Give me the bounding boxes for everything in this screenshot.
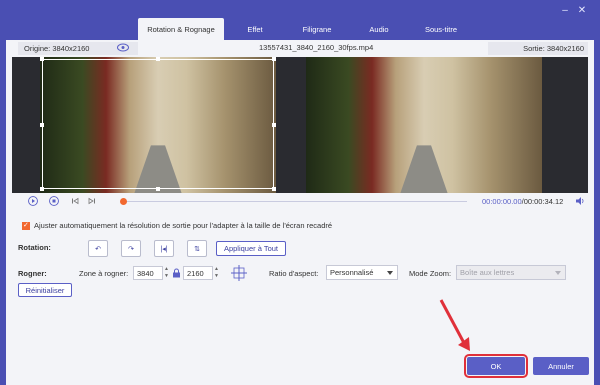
origin-label: Origine: 3840x2160	[24, 44, 90, 53]
rotation-label: Rotation:	[18, 243, 51, 252]
next-frame-icon[interactable]	[87, 196, 97, 206]
lock-icon[interactable]	[172, 268, 181, 278]
tab-audio[interactable]: Audio	[348, 18, 410, 40]
crop-handle[interactable]	[272, 187, 276, 191]
volume-icon[interactable]	[575, 196, 585, 206]
tab-rotation-rognage[interactable]: Rotation & Rognage	[138, 18, 224, 40]
crop-handle[interactable]	[40, 123, 44, 127]
ok-button[interactable]: OK	[464, 354, 528, 378]
flip-horizontal-icon: |◂|	[160, 245, 168, 253]
previous-frame-icon[interactable]	[70, 196, 80, 206]
zoom-mode-label: Mode Zoom:	[409, 269, 452, 278]
crop-handle[interactable]	[156, 57, 160, 61]
crop-label: Rogner:	[18, 269, 47, 278]
crop-handle[interactable]	[40, 187, 44, 191]
output-resolution: Sortie: 3840x2160	[488, 42, 588, 55]
video-preview	[12, 57, 588, 193]
chevron-down-icon	[387, 271, 393, 275]
rotate-right-button[interactable]: ↷	[121, 240, 141, 257]
title-bar: Rotation & Rognage Effet Filigrane Audio…	[6, 0, 594, 40]
flip-horizontal-button[interactable]: |◂|	[154, 240, 174, 257]
file-name: 13557431_3840_2160_30fps.mp4	[259, 43, 374, 52]
info-bar: Origine: 3840x2160 13557431_3840_2160_30…	[12, 40, 588, 56]
tab-bar: Rotation & Rognage Effet Filigrane Audio…	[138, 18, 472, 40]
aspect-ratio-select[interactable]: Personnalisé	[326, 265, 398, 280]
eye-icon[interactable]	[117, 43, 129, 52]
rotate-left-button[interactable]: ↶	[88, 240, 108, 257]
current-time: 00:00:00.00	[482, 197, 522, 206]
time-display: 00:00:00.00/00:00:34.12	[482, 197, 563, 206]
play-icon[interactable]	[28, 196, 38, 206]
output-preview	[306, 57, 542, 193]
auto-adjust-label: Ajuster automatiquement la résolution de…	[34, 221, 333, 230]
auto-adjust-option[interactable]: Ajuster automatiquement la résolution de…	[22, 221, 332, 230]
editor-window: Rotation & Rognage Effet Filigrane Audio…	[6, 0, 594, 385]
zoom-mode-select: Boîte aux lettres	[456, 265, 566, 280]
flip-vertical-icon: ⇅	[194, 245, 200, 253]
stop-icon[interactable]	[49, 196, 59, 206]
rotate-right-icon: ↷	[128, 245, 134, 253]
progress-track[interactable]	[122, 201, 467, 202]
minimize-icon[interactable]: –	[560, 6, 570, 16]
crop-handle[interactable]	[156, 187, 160, 191]
zoom-mode-value: Boîte aux lettres	[460, 268, 515, 277]
crop-height-stepper[interactable]: ▲ ▼	[213, 266, 220, 280]
source-preview	[40, 57, 276, 193]
output-label: Sortie: 3840x2160	[523, 44, 584, 53]
crop-rectangle[interactable]	[42, 59, 274, 189]
crop-width-stepper[interactable]: ▲ ▼	[163, 266, 170, 280]
crop-width-input[interactable]: 3840	[133, 266, 163, 280]
close-icon[interactable]: ✕	[577, 6, 587, 16]
center-crop-icon[interactable]	[230, 264, 248, 282]
aspect-ratio-value: Personnalisé	[330, 268, 374, 277]
auto-adjust-checkbox[interactable]	[22, 221, 30, 230]
tab-sous-titre[interactable]: Sous-titre	[410, 18, 472, 40]
reset-button[interactable]: Réinitialiser	[18, 283, 72, 297]
aspect-ratio-label: Ratio d'aspect:	[269, 269, 319, 278]
tab-effet[interactable]: Effet	[224, 18, 286, 40]
total-time: /00:00:34.12	[521, 197, 564, 206]
rotate-left-icon: ↶	[95, 245, 101, 253]
chevron-down-icon	[555, 271, 561, 275]
flip-vertical-button[interactable]: ⇅	[187, 240, 207, 257]
apply-to-all-button[interactable]: Appliquer à Tout	[216, 241, 286, 256]
tab-filigrane[interactable]: Filigrane	[286, 18, 348, 40]
crop-height-input[interactable]: 2160	[183, 266, 213, 280]
crop-handle[interactable]	[40, 57, 44, 61]
playback-controls: 00:00:00.00/00:00:34.12	[12, 193, 588, 209]
output-frame-image	[306, 57, 542, 193]
red-arrow-annotation	[439, 299, 470, 351]
crop-zone-label: Zone à rogner:	[79, 269, 129, 278]
crop-handle[interactable]	[272, 123, 276, 127]
crop-handle[interactable]	[272, 57, 276, 61]
progress-knob[interactable]	[120, 198, 127, 205]
cancel-button[interactable]: Annuler	[533, 357, 589, 375]
